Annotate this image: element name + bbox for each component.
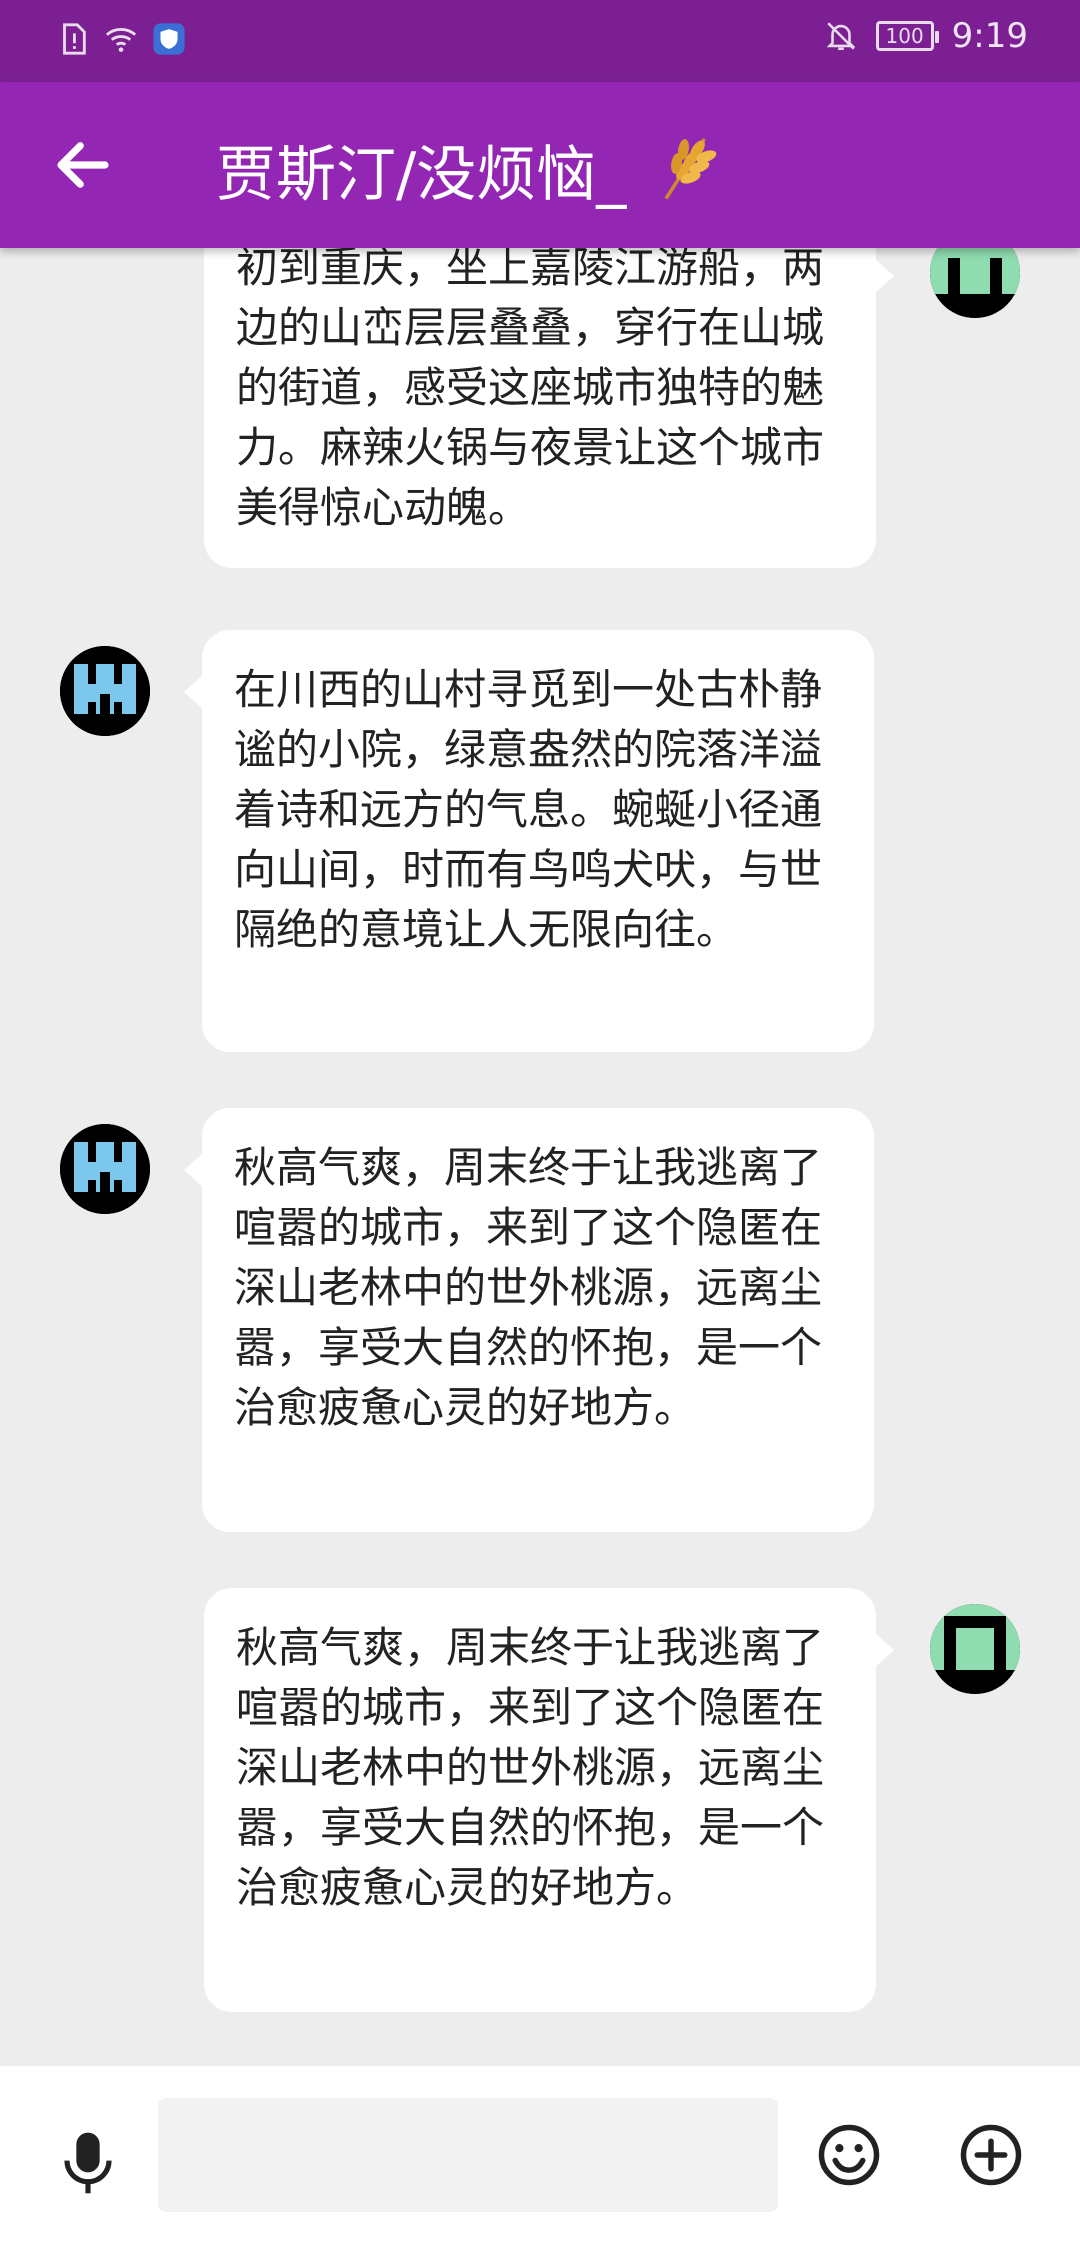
- bubble-tail: [874, 258, 894, 294]
- shield-icon: [153, 23, 185, 55]
- input-bar: [0, 2066, 1080, 2244]
- status-time: 9:19: [951, 16, 1028, 56]
- wheat-icon: [664, 137, 717, 200]
- avatar[interactable]: [930, 248, 1020, 318]
- sim-alert-icon: [63, 23, 86, 55]
- avatar[interactable]: [930, 1604, 1020, 1694]
- back-arrow-icon[interactable]: [50, 132, 116, 198]
- avatar-green-icon: [930, 248, 1020, 318]
- chat-title: 贾斯汀/没烦恼_: [216, 140, 627, 210]
- avatar-blue-icon: [60, 1124, 150, 1214]
- message-text: 初到重庆，坐上嘉陵江游船，两边的山峦层层叠叠，穿行在山城的街道，感受这座城市独特…: [236, 248, 825, 532]
- avatar[interactable]: [60, 1124, 150, 1214]
- wifi-icon: [105, 28, 137, 52]
- status-right-icons: 100 9:19: [824, 16, 1028, 56]
- battery-indicator: 100: [875, 21, 939, 51]
- avatar-blue-icon: [60, 646, 150, 736]
- message-text: 秋高气爽，周末终于让我逃离了喧嚣的城市，来到了这个隐匿在深山老林中的世外桃源，远…: [234, 1143, 823, 1432]
- message-text: 秋高气爽，周末终于让我逃离了喧嚣的城市，来到了这个隐匿在深山老林中的世外桃源，远…: [236, 1623, 825, 1912]
- bubble-tail: [184, 1152, 204, 1188]
- plus-circle-icon[interactable]: [958, 2122, 1024, 2188]
- avatar[interactable]: [60, 646, 150, 736]
- message-bubble[interactable]: 秋高气爽，周末终于让我逃离了喧嚣的城市，来到了这个隐匿在深山老林中的世外桃源，远…: [204, 1588, 894, 2012]
- microphone-icon[interactable]: [60, 2128, 116, 2198]
- status-bar: 100 9:19: [0, 0, 1080, 82]
- message-text: 在川西的山村寻觅到一处古朴静谧的小院，绿意盎然的院落洋溢着诗和远方的气息。蜿蜒小…: [234, 665, 823, 954]
- emoji-icon[interactable]: [816, 2122, 882, 2188]
- bell-off-icon: [826, 22, 856, 51]
- bubble-tail: [874, 1632, 894, 1668]
- message-bubble[interactable]: 秋高气爽，周末终于让我逃离了喧嚣的城市，来到了这个隐匿在深山老林中的世外桃源，远…: [184, 1108, 874, 1532]
- bubble-tail: [184, 674, 204, 710]
- avatar-green-icon: [930, 1604, 1020, 1694]
- message-input[interactable]: [158, 2098, 778, 2212]
- status-left-icons: [56, 22, 186, 56]
- chat-messages[interactable]: 初到重庆，坐上嘉陵江游船，两边的山峦层层叠叠，穿行在山城的街道，感受这座城市独特…: [0, 248, 1080, 2066]
- message-bubble[interactable]: 初到重庆，坐上嘉陵江游船，两边的山峦层层叠叠，穿行在山城的街道，感受这座城市独特…: [204, 248, 894, 568]
- app-bar: 贾斯汀/没烦恼_: [0, 82, 1080, 248]
- message-bubble[interactable]: 在川西的山村寻觅到一处古朴静谧的小院，绿意盎然的院落洋溢着诗和远方的气息。蜿蜒小…: [184, 630, 874, 1052]
